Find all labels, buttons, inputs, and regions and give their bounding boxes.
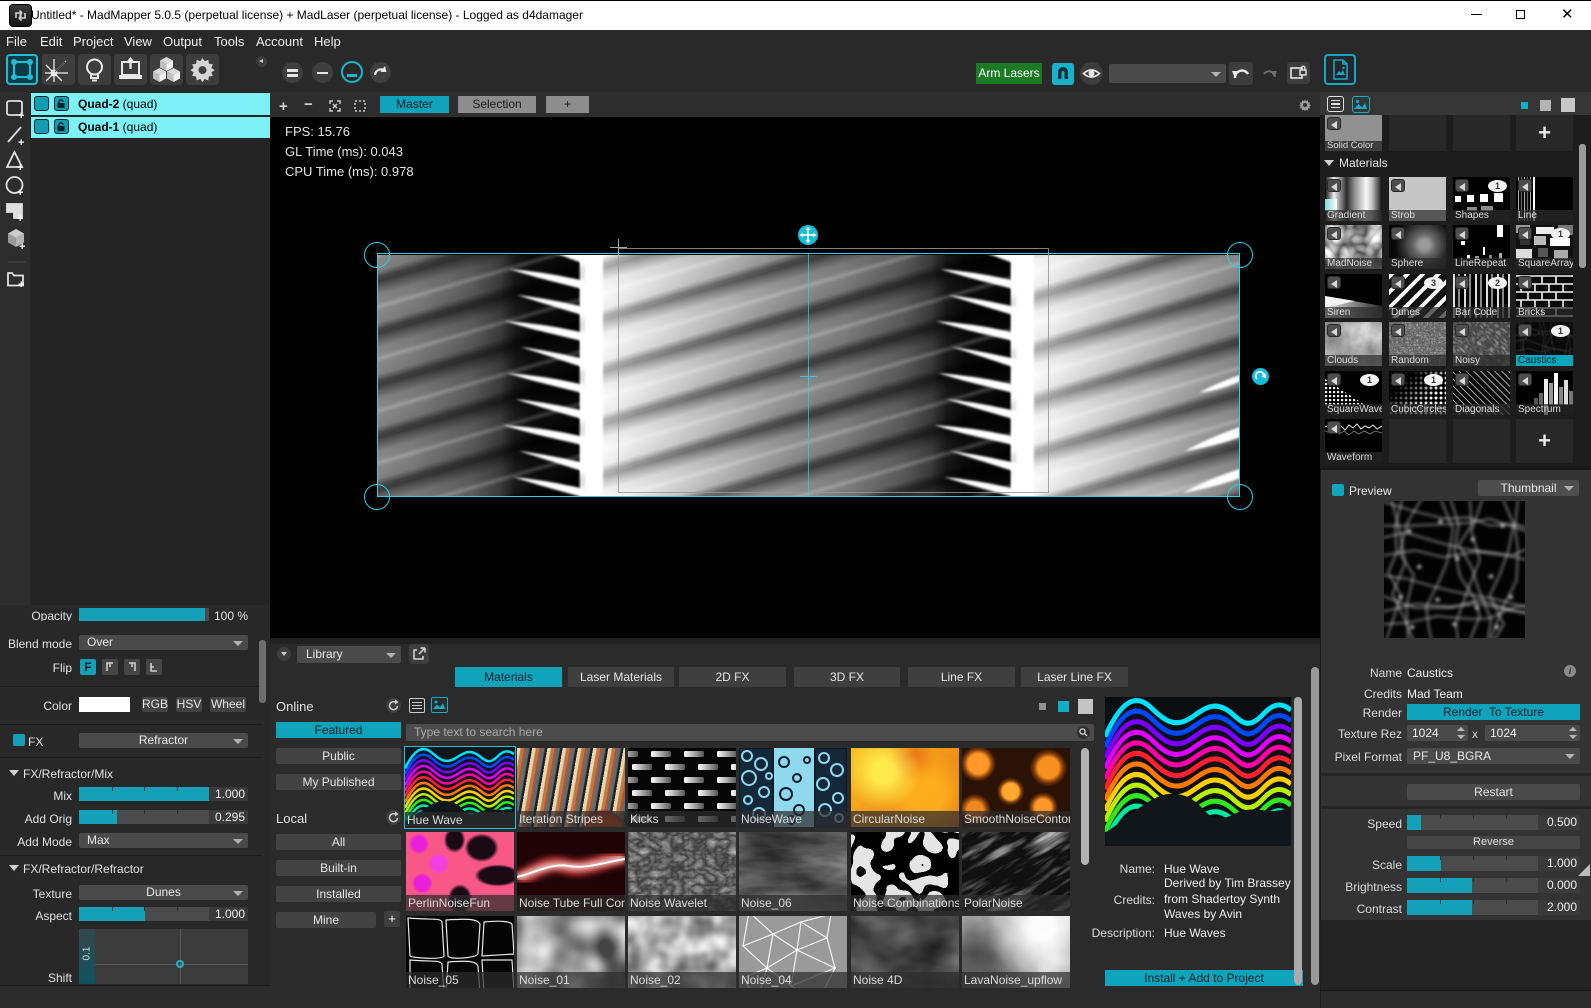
svg-text:+: + <box>18 110 24 122</box>
svg-text:+: + <box>17 187 23 199</box>
svg-text:+: + <box>18 279 24 291</box>
svg-text:+: + <box>17 162 23 174</box>
svg-text:+: + <box>17 213 23 225</box>
svg-text:+: + <box>18 137 24 149</box>
svg-text:+: + <box>19 241 25 253</box>
